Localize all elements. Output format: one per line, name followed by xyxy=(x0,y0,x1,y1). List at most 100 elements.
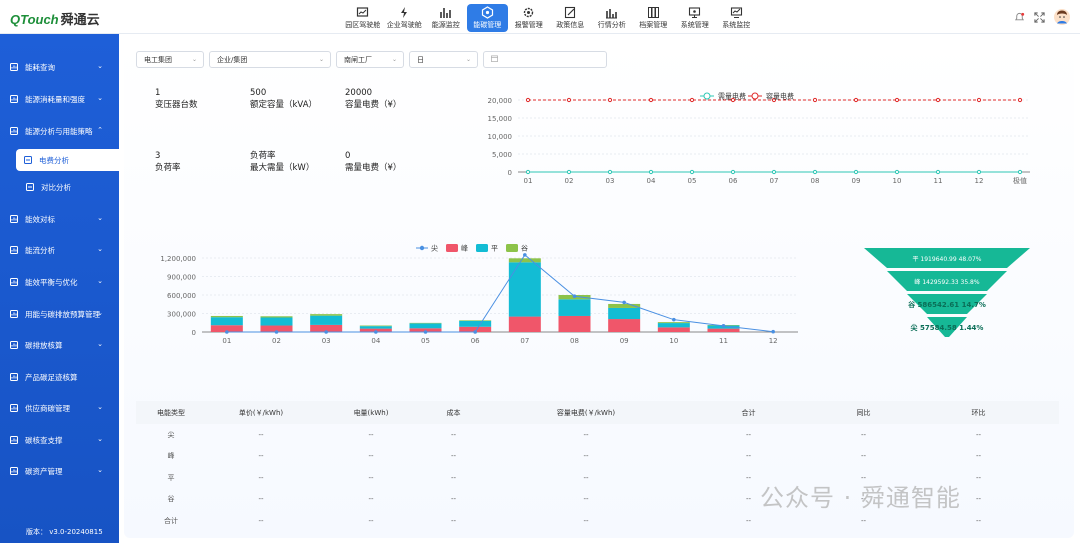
nav-item-5[interactable]: 报警管理 xyxy=(508,4,550,32)
sidebar-item-4[interactable]: 能效对标 ⌄ xyxy=(0,208,119,230)
bar-segment xyxy=(409,322,442,324)
watermark: 公众号 · 舜通智能 xyxy=(760,484,961,512)
table-cell: -- xyxy=(258,473,264,482)
sidebar-subitem-label: 对比分析 xyxy=(41,182,71,192)
nav-item-3[interactable]: 能源监控 xyxy=(425,4,467,32)
data-point xyxy=(648,169,654,175)
data-point xyxy=(935,169,941,175)
y-tick-label: 1,200,000 xyxy=(160,255,196,263)
bar-segment xyxy=(508,258,541,263)
version-label: 版本： v3.0-20240815 xyxy=(26,528,103,536)
group-select[interactable]: 电工集团 ⌄ xyxy=(136,51,204,68)
table-cell: -- xyxy=(975,516,982,525)
y-tick-label: 900,000 xyxy=(167,274,196,282)
data-point xyxy=(935,97,941,103)
nav-item-2[interactable]: 企业驾驶舱 xyxy=(384,4,426,32)
y-tick-label: 15,000 xyxy=(488,115,513,123)
nav-item-label: 政策信息 xyxy=(556,21,585,29)
sidebar-item-label: 能流分析 xyxy=(25,245,55,255)
sidebar-subitem-2[interactable]: 对比分析 xyxy=(0,176,119,198)
sidebar-item-label: 能耗查询 xyxy=(25,62,55,72)
sidebar-subitem-1[interactable]: 电费分析 xyxy=(16,149,119,171)
legend-marker[interactable] xyxy=(751,92,759,100)
legend-marker[interactable] xyxy=(419,245,425,251)
x-tick-label: 08 xyxy=(811,177,820,185)
sidebar-item-1[interactable]: 能耗查询 ⌄ xyxy=(0,56,119,78)
sidebar-item-7[interactable]: 用能与碳排放预算管理 ⌄ xyxy=(0,303,119,325)
bar-segment xyxy=(558,299,591,316)
legend-marker[interactable] xyxy=(703,92,711,100)
nav-item-7[interactable]: 行情分析 xyxy=(591,4,633,32)
funnel-label: 平 1919640.99 48.07% xyxy=(913,256,982,263)
kpi-rated-capacity: 500 额定容量（kVA） xyxy=(250,88,318,110)
nav-item-9[interactable]: 系统管理 xyxy=(674,4,716,32)
sidebar-item-3[interactable]: 能源分析与用能策略 ⌃ xyxy=(0,120,119,142)
nav-item-10[interactable]: 系统监控 xyxy=(716,4,758,32)
chevron-icon: ⌄ xyxy=(97,214,103,222)
table-cell: 谷 xyxy=(167,495,175,504)
data-point xyxy=(721,324,726,328)
bar-segment xyxy=(260,317,293,326)
sidebar-item-11[interactable]: 碳核查支撑 ⌄ xyxy=(0,429,119,451)
sidebar-item-10[interactable]: 供应商碳管理 ⌄ xyxy=(0,397,119,419)
chevron-down-icon: ⌄ xyxy=(465,56,471,63)
y-tick-label: 0 xyxy=(508,169,512,177)
menu-icon xyxy=(10,310,18,318)
menu-icon xyxy=(10,246,18,254)
legend-marker[interactable] xyxy=(476,244,488,252)
chevron-icon: ⌄ xyxy=(97,94,103,102)
sidebar-item-12[interactable]: 碳资产管理 ⌄ xyxy=(0,460,119,482)
data-point xyxy=(607,169,613,175)
y-tick-label: 5,000 xyxy=(492,151,512,159)
data-point xyxy=(1017,97,1023,103)
nav-item-4[interactable]: 能碳管理 xyxy=(466,4,508,32)
nav-item-label: 能源监控 xyxy=(431,21,460,29)
nav-item-8[interactable]: 档案管理 xyxy=(633,4,675,32)
sidebar-item-6[interactable]: 能效平衡与优化 ⌄ xyxy=(0,271,119,293)
nav-item-label: 企业驾驶舱 xyxy=(386,21,422,29)
brand-logo[interactable]: QTouch 舜通云 xyxy=(10,9,100,28)
table-cell: -- xyxy=(368,430,374,439)
data-point xyxy=(566,169,572,175)
x-tick-label: 08 xyxy=(570,337,579,345)
legend-label: 容量电费 xyxy=(766,92,794,101)
x-tick-label: 11 xyxy=(934,177,943,185)
nav-item-label: 行情分析 xyxy=(597,21,626,29)
avatar[interactable] xyxy=(1054,9,1070,27)
x-tick-label: 07 xyxy=(770,177,779,185)
legend-marker[interactable] xyxy=(506,244,518,252)
period-select[interactable]: 日 ⌄ xyxy=(409,51,478,68)
nav-item-6[interactable]: 政策信息 xyxy=(550,4,592,32)
sidebar-item-9[interactable]: 产品碳足迹核算 xyxy=(0,366,119,388)
funnel-label: 谷 586542.61 14.7% xyxy=(908,300,986,309)
notification-icon[interactable] xyxy=(1014,12,1025,25)
bar-segment xyxy=(409,323,442,329)
legend-marker[interactable] xyxy=(446,244,458,252)
kpi-capacity-fee: 20000 容量电费（¥） xyxy=(345,88,402,110)
data-point xyxy=(689,97,695,103)
x-tick-label: 12 xyxy=(769,337,778,345)
enterprise-select[interactable]: 企业/集团 ⌄ xyxy=(209,51,331,68)
legend-label: 需量电费 xyxy=(718,92,746,101)
menu-icon xyxy=(10,341,18,349)
sidebar-item-2[interactable]: 能源消耗量和强度 ⌄ xyxy=(0,88,119,110)
date-picker[interactable] xyxy=(483,51,607,68)
nav-item-label: 系统管理 xyxy=(680,21,709,29)
table-cell: -- xyxy=(368,452,374,461)
data-point xyxy=(771,329,775,334)
menu-icon xyxy=(10,373,18,381)
bar-segment xyxy=(210,315,243,318)
fullscreen-icon[interactable] xyxy=(1034,11,1045,25)
table-cell: 尖 xyxy=(167,430,175,439)
legend-label: 谷 xyxy=(521,244,528,253)
menu-icon xyxy=(10,436,18,444)
chevron-icon: ⌄ xyxy=(97,435,103,443)
sidebar-item-label: 能效对标 xyxy=(25,214,55,224)
x-tick-label: 04 xyxy=(371,337,380,345)
sidebar-item-5[interactable]: 能流分析 ⌄ xyxy=(0,239,119,261)
funnel-label: 尖 57584.58 1.44% xyxy=(911,323,984,332)
top-bar: QTouch 舜通云 园区驾驶舱 企业驾驶舱 能源监控 能碳管理 报警管理 政策信息 行情分析… xyxy=(0,0,1080,34)
factory-select[interactable]: 南闸工厂 ⌄ xyxy=(336,51,404,68)
nav-item-1[interactable]: 园区驾驶舱 xyxy=(342,4,384,32)
sidebar-item-8[interactable]: 碳排放核算 ⌄ xyxy=(0,334,119,356)
